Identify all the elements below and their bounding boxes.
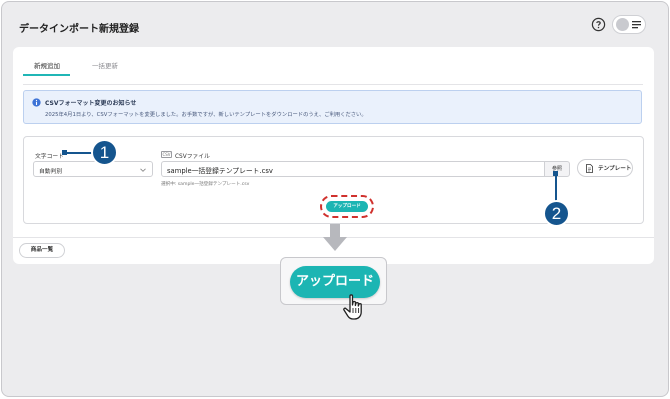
template-download-button[interactable]: テンプレート (577, 159, 633, 177)
down-arrow-icon (323, 224, 347, 251)
info-icon (32, 98, 41, 107)
callout-marker-1: 1 (91, 139, 118, 166)
csv-file-input[interactable]: sample一括登録テンプレート.csv (161, 161, 545, 177)
encoding-value: 自動判別 (39, 169, 63, 175)
hand-pointer-icon (343, 294, 362, 320)
hamburger-icon (632, 21, 641, 29)
tab-divider (23, 84, 643, 85)
active-tab-indicator (23, 74, 70, 76)
tab-bulk-update[interactable]: 一括更新 (92, 60, 118, 70)
upload-zoom-panel: アップロード (280, 257, 387, 305)
callout-1-leader (64, 152, 92, 154)
callout-1-dot (62, 150, 67, 155)
encoding-label: 文字コード (35, 154, 64, 160)
format-change-notice: CSVフォーマット変更のお知らせ 2025年4月1日より、CSVフォーマットを変… (23, 90, 642, 124)
csv-file-label: CSVファイル (175, 154, 210, 160)
encoding-select[interactable]: 自動判別 (33, 161, 153, 177)
tab-new[interactable]: 新規追加 (34, 60, 60, 70)
upload-highlight-ring (320, 195, 374, 218)
selected-file-note: 選択中: sample一括登録テンプレート.csv (161, 182, 250, 187)
callout-marker-2: 2 (543, 200, 570, 227)
template-label: テンプレート (598, 166, 632, 172)
callout-2-leader (555, 173, 557, 201)
chevron-down-icon (140, 168, 146, 172)
document-icon (586, 164, 593, 173)
callout-2-dot (553, 171, 558, 176)
page-title: データインポート新規登録 (19, 24, 139, 35)
notice-title: CSVフォーマット変更のお知らせ (45, 100, 137, 107)
file-name-value: sample一括登録テンプレート.csv (167, 167, 273, 175)
product-list-button[interactable]: 商品一覧 (19, 243, 65, 258)
avatar (616, 18, 629, 31)
csv-file-icon: CSV (161, 151, 172, 158)
notice-body: 2025年4月1日より、CSVフォーマットを変更しました。お手数ですが、新しいテ… (45, 112, 367, 118)
user-menu-button[interactable] (612, 15, 646, 34)
page-header: データインポート新規登録 (2, 2, 668, 50)
question-circle-icon[interactable] (591, 17, 606, 32)
app-window: データインポート新規登録 新規追加 一括更新 CSVフォーマット変更のお知らせ … (1, 1, 669, 397)
